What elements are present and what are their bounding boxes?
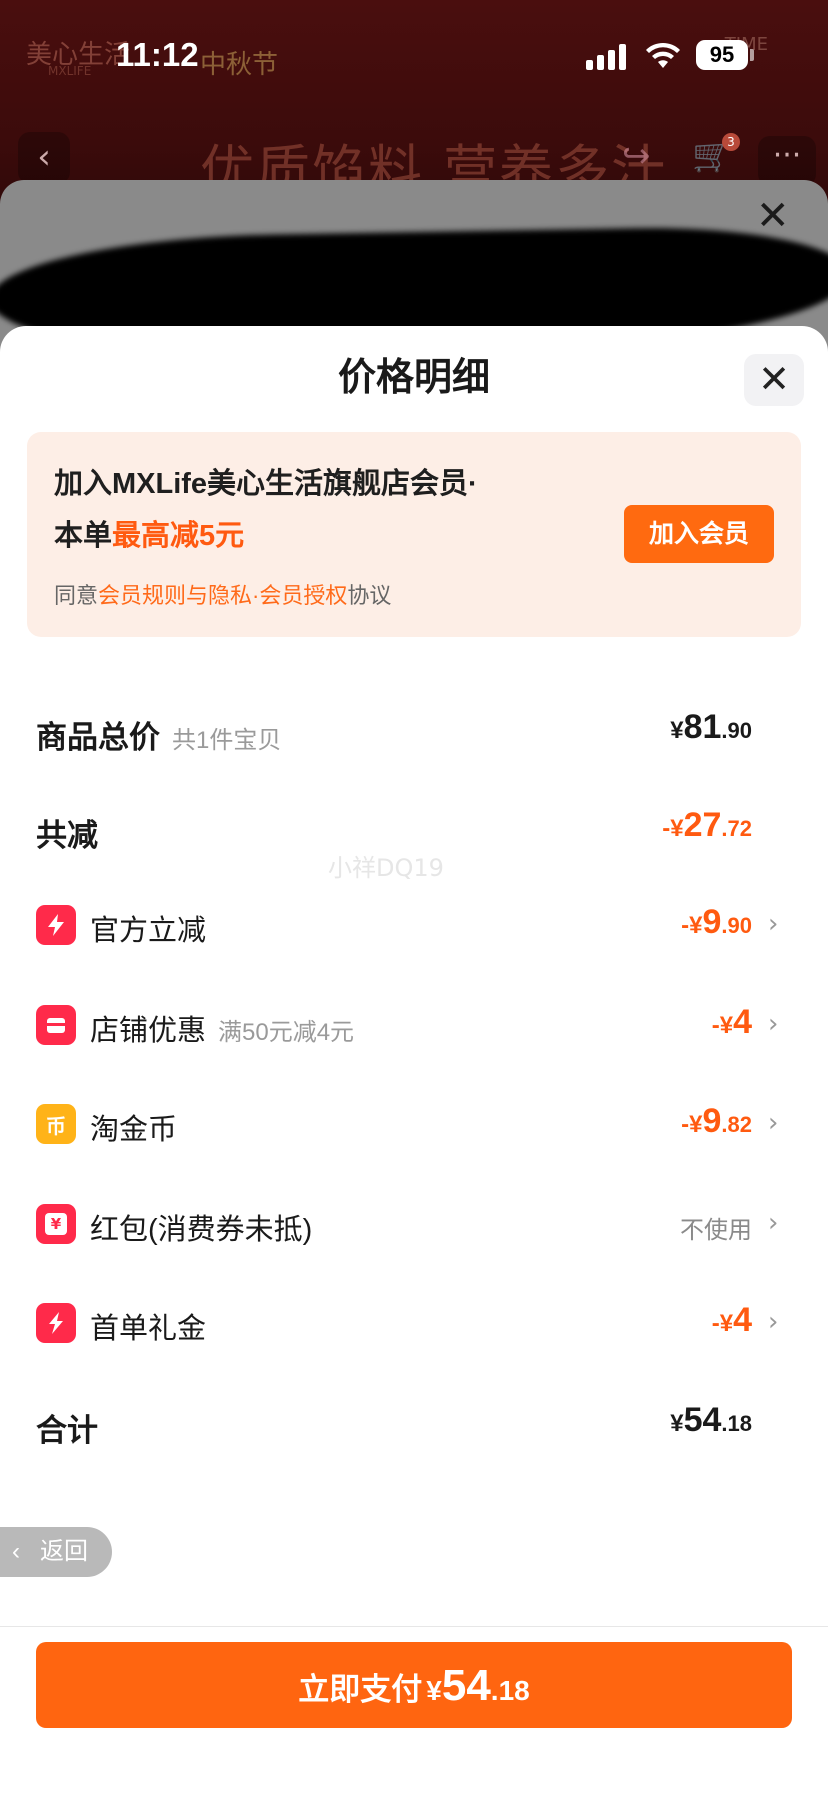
chevron-right-icon: › [768, 1208, 779, 1238]
row-red-packet[interactable]: ¥ 红包(消费券未抵) 不使用 › [0, 1194, 828, 1254]
row-title: 合计 [36, 1413, 98, 1448]
row-value: -¥9.82 [681, 1102, 752, 1141]
row-sub: 满50元减4元 [218, 1019, 355, 1046]
chevron-right-icon: › [768, 909, 779, 939]
currency: -¥ [662, 815, 684, 842]
value-int: 81 [683, 708, 722, 746]
value-dec: .18 [721, 1411, 752, 1436]
row-official-discount[interactable]: 官方立减 -¥9.90 › [0, 895, 828, 955]
row-title: 淘金币 [90, 1114, 178, 1146]
value-int: 54 [683, 1401, 722, 1439]
signal-icon [586, 44, 628, 70]
close-icon[interactable]: ✕ [744, 354, 804, 406]
membership-agreement: 同意会员规则与隐私·会员授权协议 [54, 578, 391, 610]
close-icon[interactable]: ✕ [756, 196, 790, 236]
currency: -¥ [681, 1111, 703, 1138]
value-int: 9 [702, 1102, 722, 1140]
red-packet-icon: ¥ [36, 1204, 76, 1244]
status-time: 11:12 [116, 36, 199, 73]
wifi-icon [646, 42, 680, 68]
row-sum: 合计 ¥54.18 [0, 1393, 828, 1453]
value-dec: .82 [721, 1112, 752, 1137]
value-int: 4 [733, 1003, 752, 1041]
row-value: -¥27.72 [662, 806, 752, 845]
coin-icon: 币 [36, 1104, 76, 1144]
cart-badge: 3 [722, 133, 740, 151]
lightning-icon [36, 905, 76, 945]
membership-subtitle: 本单最高减5元 [54, 512, 244, 554]
row-store-discount[interactable]: 店铺优惠 满50元减4元 -¥4 › [0, 995, 828, 1055]
row-value: 不使用 [680, 1217, 752, 1244]
row-title: 共减 [36, 818, 98, 853]
coin-icon-char: 币 [46, 1113, 66, 1138]
pay-label: 立即支付 [298, 1672, 423, 1707]
row-value: -¥9.90 [681, 903, 752, 942]
pay-int: 54 [441, 1661, 491, 1710]
row-title: 首单礼金 [90, 1313, 207, 1345]
currency: ¥ [670, 717, 684, 744]
membership-title: 加入MXLife美心生活旗舰店会员· [54, 468, 478, 500]
red-packet-icon-inner: ¥ [45, 1213, 67, 1235]
agreement-link[interactable]: 会员规则与隐私·会员授权 [98, 583, 347, 608]
value-dec: .72 [721, 816, 752, 841]
row-title: 店铺优惠 [90, 1015, 207, 1047]
row-value: ¥54.18 [670, 1401, 752, 1440]
chevron-right-icon: › [768, 1307, 779, 1337]
currency: ¥ [670, 1410, 684, 1437]
currency: -¥ [681, 912, 703, 939]
pay-dec: .18 [490, 1675, 530, 1706]
row-total-price: 商品总价 共1件宝贝 ¥81.90 [0, 700, 828, 760]
watermark: 小祥DQ19 [328, 854, 444, 882]
row-sub: 共1件宝贝 [172, 727, 282, 754]
join-member-button[interactable]: 加入会员 [624, 505, 774, 563]
back-icon[interactable]: ‹ [18, 132, 70, 184]
agree-prefix: 同意 [54, 583, 99, 608]
back-button[interactable]: ‹ 返回 [0, 1527, 112, 1577]
row-label: 店铺优惠 满50元减4元 [90, 1007, 354, 1049]
chevron-right-icon: › [768, 1009, 779, 1039]
currency: -¥ [711, 1012, 734, 1039]
battery-icon: 95 [696, 40, 748, 70]
currency: ¥ [426, 1675, 442, 1706]
value-int: 9 [702, 903, 722, 941]
row-title: 官方立减 [90, 915, 207, 947]
status-bar: 11:12 95 [0, 0, 828, 110]
agree-suffix: 协议 [347, 583, 392, 608]
back-label: 返回 [40, 1538, 88, 1565]
battery-tip [750, 49, 754, 61]
row-value: -¥4 [712, 1301, 752, 1340]
row-title: 商品总价 [36, 720, 160, 755]
gift-lightning-icon [36, 1303, 76, 1343]
pay-now-button[interactable]: 立即支付 ¥54.18 [36, 1642, 792, 1728]
store-icon [36, 1005, 76, 1045]
row-value: ¥81.90 [670, 708, 752, 747]
more-icon[interactable]: ··· [758, 136, 816, 186]
value-dec: .90 [721, 913, 752, 938]
sheet-title: 价格明细 [337, 357, 490, 399]
membership-highlight: 最高减5元 [112, 520, 245, 552]
red-packet-char: ¥ [50, 1215, 62, 1233]
value-dec: .90 [721, 718, 752, 743]
value-int: 27 [683, 806, 722, 844]
value-int: 4 [733, 1301, 752, 1339]
currency: -¥ [711, 1310, 734, 1337]
chevron-right-icon: › [768, 1108, 779, 1138]
row-first-order[interactable]: 首单礼金 -¥4 › [0, 1293, 828, 1353]
row-label: 商品总价 共1件宝贝 [36, 712, 281, 757]
membership-prefix: 本单 [54, 520, 113, 552]
chevron-left-icon: ‹ [12, 1538, 20, 1565]
row-value: -¥4 [712, 1003, 752, 1042]
pay-button-content: 立即支付 ¥54.18 [36, 1656, 792, 1726]
divider [0, 1626, 828, 1627]
row-title: 红包(消费券未抵) [90, 1214, 313, 1246]
row-taojinbi[interactable]: 币 淘金币 -¥9.82 › [0, 1094, 828, 1154]
share-icon[interactable]: ↪ [622, 136, 651, 176]
